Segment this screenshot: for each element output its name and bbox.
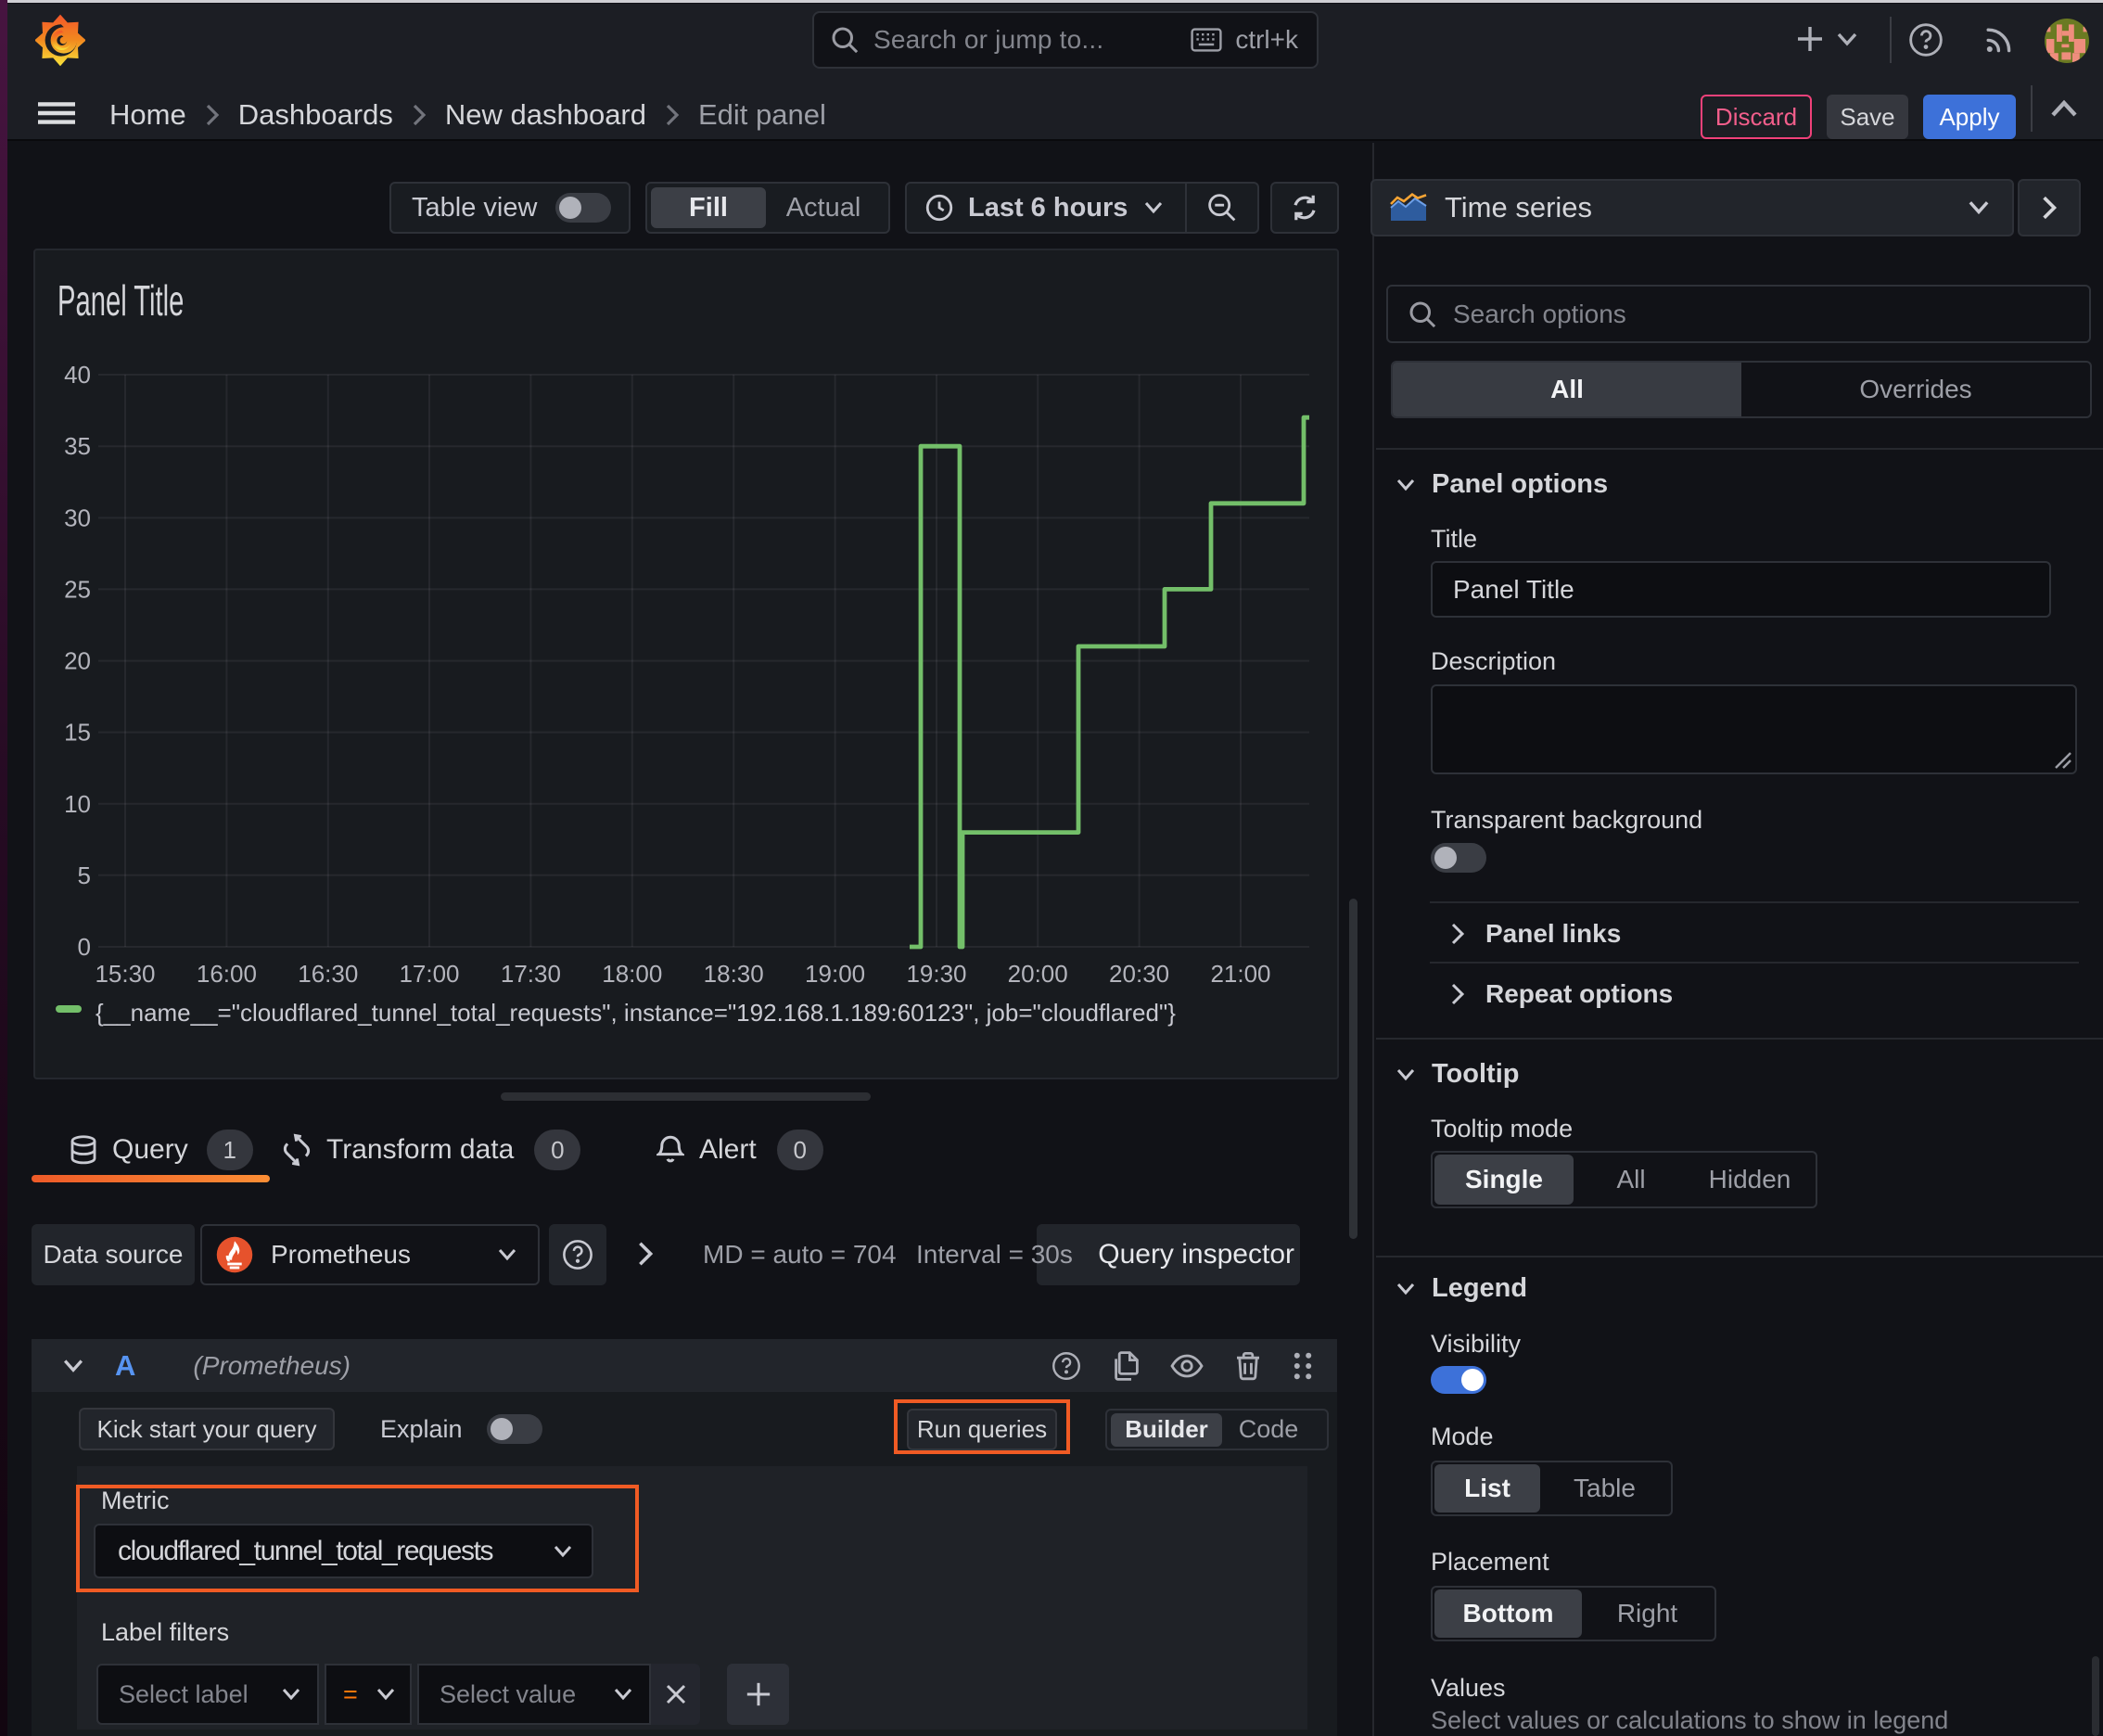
svg-text:30: 30 — [64, 504, 91, 531]
svg-text:10: 10 — [64, 790, 91, 818]
svg-text:19:00: 19:00 — [805, 960, 865, 988]
svg-text:40: 40 — [64, 361, 91, 389]
svg-text:18:30: 18:30 — [704, 960, 764, 988]
svg-text:18:00: 18:00 — [602, 960, 662, 988]
svg-text:15:30: 15:30 — [95, 960, 155, 988]
svg-text:17:30: 17:30 — [501, 960, 561, 988]
svg-text:17:00: 17:00 — [399, 960, 459, 988]
svg-text:16:30: 16:30 — [298, 960, 358, 988]
svg-text:20: 20 — [64, 647, 91, 675]
svg-text:20:00: 20:00 — [1008, 960, 1068, 988]
svg-text:19:30: 19:30 — [906, 960, 966, 988]
svg-text:0: 0 — [78, 933, 91, 961]
svg-text:35: 35 — [64, 432, 91, 460]
svg-text:20:30: 20:30 — [1109, 960, 1169, 988]
svg-text:5: 5 — [78, 862, 91, 889]
svg-text:15: 15 — [64, 719, 91, 747]
svg-text:16:00: 16:00 — [197, 960, 257, 988]
svg-text:25: 25 — [64, 575, 91, 603]
svg-text:21:00: 21:00 — [1210, 960, 1270, 988]
